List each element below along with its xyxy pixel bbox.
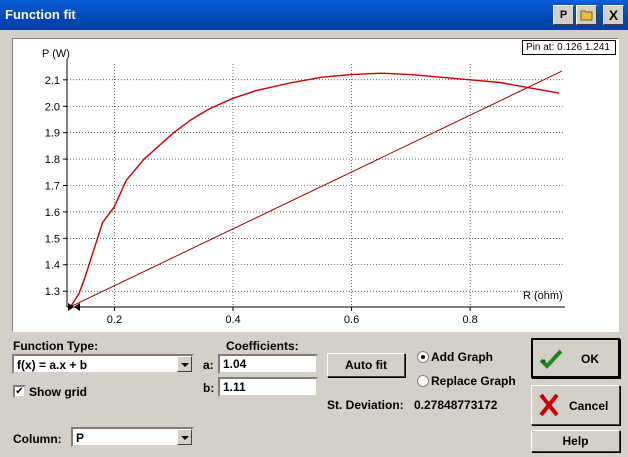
checkmark-icon (539, 349, 563, 369)
column-value: P (76, 431, 85, 445)
folder-button[interactable] (576, 5, 597, 25)
ok-label: OK (581, 352, 599, 366)
close-icon: X (608, 7, 619, 23)
st-deviation-label: St. Deviation: (327, 398, 404, 412)
x-tick-label: 0.6 (344, 314, 359, 326)
fit-chart[interactable]: 0.2 0.4 0.6 0.81.31.41.51.61.71.81.92.02.1 … (13, 39, 618, 331)
b-label: b: (203, 381, 215, 395)
function-type-label: Function Type: (13, 339, 99, 353)
st-deviation-value: 0.27848773172 (414, 398, 498, 412)
graph-panel[interactable]: 0.2 0.4 0.6 0.8 1.3 1.4 1.5 1.6 1.7 1.8 1.9 2.0 2.1 … (12, 38, 619, 332)
add-graph-radio[interactable] (417, 351, 429, 363)
chevron-down-icon[interactable] (177, 429, 192, 445)
column-select[interactable]: P (71, 427, 194, 447)
column-label: Column: (13, 432, 62, 446)
window-title: Function fit (5, 7, 76, 22)
y-tick-label: 1.8 (45, 154, 60, 166)
replace-graph-radio[interactable] (417, 375, 429, 387)
a-label: a: (203, 358, 214, 372)
chevron-down-icon[interactable] (177, 356, 192, 372)
y-tick-label: 2.1 (45, 75, 60, 87)
ok-button[interactable]: OK (531, 338, 620, 378)
coefficients-label: Coefficients: (226, 339, 299, 353)
y-tick-label: 1.3 (45, 286, 60, 298)
replace-graph-label[interactable]: Replace Graph (431, 374, 516, 388)
x-tick-label: 0.8 (462, 314, 477, 326)
a-coefficient-field[interactable]: 1.04 (218, 354, 318, 374)
function-type-value: f(x) = a.x + b (17, 358, 88, 372)
folder-icon (580, 10, 592, 21)
pin-readout: Pin at: 0.126 1.241 (522, 40, 616, 55)
y-tick-label: 1.5 (45, 233, 60, 245)
b-coefficient-field[interactable]: 1.11 (218, 377, 318, 397)
p-button[interactable]: P (553, 5, 574, 25)
help-button[interactable]: Help (531, 430, 620, 452)
cancel-x-icon (539, 393, 559, 417)
y-tick-label: 1.7 (45, 181, 60, 193)
cancel-label: Cancel (569, 399, 609, 413)
y-tick-label: 1.4 (45, 260, 60, 272)
y-tick-label: 1.9 (45, 128, 60, 140)
x-axis-label: R (ohm) (523, 290, 563, 302)
function-type-select[interactable]: f(x) = a.x + b (12, 354, 194, 374)
show-grid-checkbox[interactable]: ✔ (13, 385, 26, 398)
y-tick-label: 2.0 (45, 101, 60, 113)
add-graph-label[interactable]: Add Graph (431, 350, 493, 364)
title-bar[interactable]: Function fit P X (0, 0, 628, 30)
pin-marker-icon[interactable] (68, 303, 80, 311)
cancel-button[interactable]: Cancel (531, 385, 620, 425)
auto-fit-button[interactable]: Auto fit (327, 353, 405, 377)
show-grid-label[interactable]: Show grid (29, 385, 87, 399)
y-tick-label: 1.6 (45, 207, 60, 219)
x-tick-label: 0.4 (225, 314, 240, 326)
close-button[interactable]: X (603, 5, 624, 25)
y-axis-label: P (W) (42, 48, 70, 60)
x-tick-label: 0.2 (107, 314, 122, 326)
